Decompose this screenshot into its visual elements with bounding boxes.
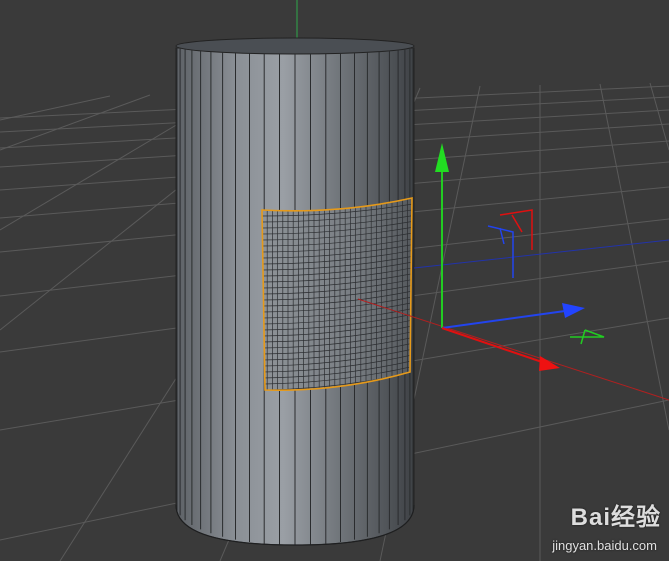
- cylinder-top-cap: [175, 37, 415, 55]
- watermark-brand: Bai经验: [570, 504, 661, 531]
- baidu-jingyan-watermark: Bai经验 jingyan.baidu.com: [491, 497, 661, 555]
- 3d-viewport[interactable]: [0, 0, 669, 561]
- selected-polygon-patch[interactable]: [261, 195, 414, 395]
- watermark-url: jingyan.baidu.com: [552, 538, 657, 553]
